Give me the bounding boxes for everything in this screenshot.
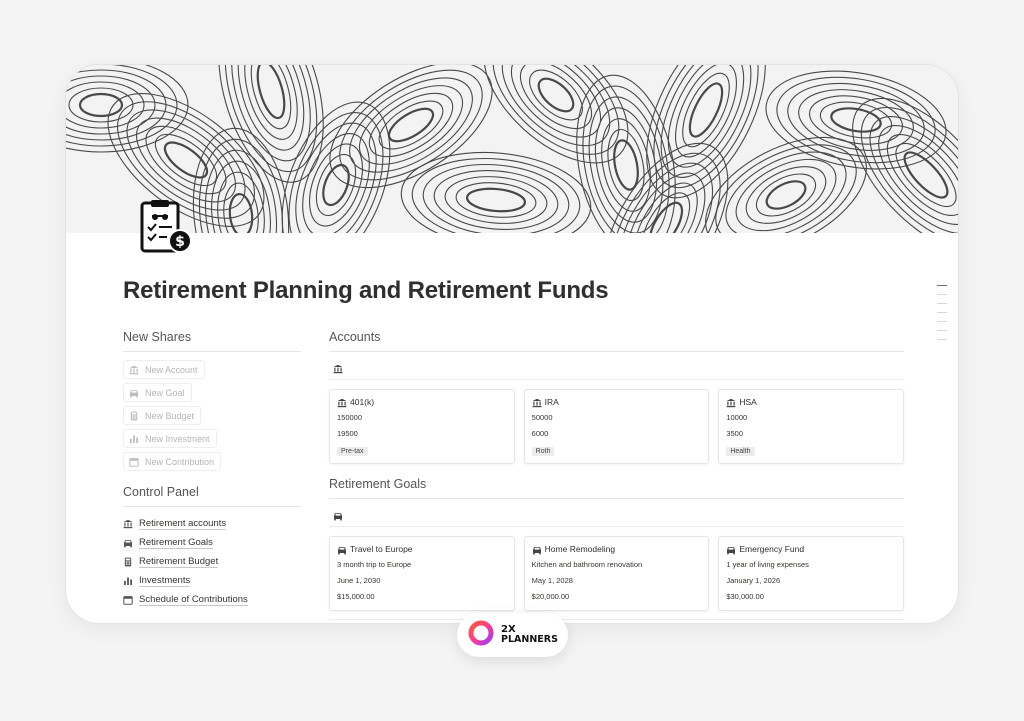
account-balance: 50000 bbox=[531, 413, 553, 422]
goal-amount: $30,000.00 bbox=[726, 592, 764, 601]
accounts-heading: Accounts bbox=[329, 330, 904, 352]
bank-icon bbox=[333, 361, 343, 373]
account-card[interactable]: HSA 10000 3500 Health bbox=[718, 389, 905, 464]
goals-heading: Retirement Goals bbox=[329, 477, 904, 499]
goals-view-tab[interactable] bbox=[329, 499, 904, 527]
car-icon bbox=[129, 388, 139, 398]
divider bbox=[329, 619, 904, 620]
bank-icon bbox=[726, 398, 736, 407]
bank-icon bbox=[337, 398, 347, 407]
account-tag: Roth bbox=[531, 447, 555, 456]
brand-line-2: PLANNERS bbox=[501, 634, 558, 645]
goal-date: May 1, 2028 bbox=[531, 576, 573, 585]
link-schedule-of-contributions[interactable]: Schedule of Contributions bbox=[123, 590, 301, 609]
link-retirement-goals[interactable]: Retirement Goals bbox=[123, 533, 301, 552]
topographic-pattern bbox=[66, 65, 958, 233]
calculator-icon bbox=[129, 411, 139, 421]
sidebar-column: New Shares New Account New Goal New Budg… bbox=[123, 330, 301, 609]
new-goal-button[interactable]: New Goal bbox=[123, 383, 192, 402]
table-of-contents-indicator[interactable] bbox=[937, 285, 947, 348]
new-buttons-list: New Account New Goal New Budget New Inve… bbox=[123, 352, 301, 475]
account-name: HSA bbox=[739, 397, 757, 407]
new-contribution-button[interactable]: New Contribution bbox=[123, 452, 222, 471]
link-retirement-accounts[interactable]: Retirement accounts bbox=[123, 514, 301, 533]
account-balance: 150000 bbox=[337, 413, 363, 422]
account-contribution: 3500 bbox=[726, 429, 744, 438]
cover-image[interactable] bbox=[66, 65, 958, 233]
clipboard-dollar-icon[interactable]: $ bbox=[136, 199, 194, 257]
new-shares-heading: New Shares bbox=[123, 330, 301, 352]
accounts-view-tab[interactable] bbox=[329, 352, 904, 380]
goal-description: 1 year of living expenses bbox=[726, 560, 809, 569]
account-balance: 10000 bbox=[726, 413, 748, 422]
goal-description: Kitchen and bathroom renovation bbox=[531, 560, 643, 569]
calendar-icon bbox=[129, 457, 139, 467]
car-icon bbox=[726, 545, 736, 554]
link-investments[interactable]: Investments bbox=[123, 571, 301, 590]
account-card[interactable]: IRA 50000 6000 Roth bbox=[523, 389, 710, 464]
account-tag: Health bbox=[726, 447, 755, 456]
new-investment-button[interactable]: New Investment bbox=[123, 429, 217, 448]
car-icon bbox=[123, 538, 133, 548]
bar-chart-icon bbox=[123, 576, 133, 586]
calendar-icon bbox=[123, 595, 133, 605]
link-retirement-budget[interactable]: Retirement Budget bbox=[123, 552, 301, 571]
control-panel-links: Retirement accounts Retirement Goals Ret… bbox=[123, 507, 301, 609]
bar-chart-icon bbox=[129, 434, 139, 444]
account-contribution: 19500 bbox=[337, 429, 358, 438]
svg-text:$: $ bbox=[175, 234, 185, 250]
goal-date: January 1, 2026 bbox=[726, 576, 781, 585]
account-tag: Pre-tax bbox=[337, 447, 368, 456]
goal-name: Travel to Europe bbox=[350, 544, 413, 554]
new-budget-button[interactable]: New Budget bbox=[123, 406, 202, 425]
goal-description: 3 month trip to Europe bbox=[337, 560, 412, 569]
account-card[interactable]: 401(k) 150000 19500 Pre-tax bbox=[329, 389, 515, 464]
brand-badge[interactable]: 2X PLANNERS bbox=[457, 613, 568, 657]
car-icon bbox=[333, 508, 343, 520]
goal-card[interactable]: Travel to Europe 3 month trip to Europe … bbox=[329, 536, 515, 611]
bank-icon bbox=[532, 398, 542, 407]
new-account-button[interactable]: New Account bbox=[123, 360, 205, 379]
goal-name: Home Remodeling bbox=[544, 544, 616, 554]
bank-icon bbox=[129, 365, 139, 375]
bank-icon bbox=[123, 519, 133, 529]
notion-page-window: $ Retirement Planning and Retirement Fun… bbox=[65, 64, 959, 624]
main-column: Accounts 401(k) 150000 19500 Pre-tax IRA… bbox=[329, 330, 905, 620]
goals-gallery: Travel to Europe 3 month trip to Europe … bbox=[329, 536, 905, 611]
control-panel-heading: Control Panel bbox=[123, 485, 301, 507]
account-contribution: 6000 bbox=[531, 429, 549, 438]
calculator-icon bbox=[123, 557, 133, 567]
account-name: 401(k) bbox=[350, 397, 375, 407]
goal-date: June 1, 2030 bbox=[337, 576, 381, 585]
goal-amount: $15,000.00 bbox=[337, 592, 375, 601]
goal-name: Emergency Fund bbox=[739, 544, 805, 554]
page-title: Retirement Planning and Retirement Funds bbox=[123, 277, 609, 304]
car-icon bbox=[337, 545, 346, 554]
goal-card[interactable]: Emergency Fund 1 year of living expenses… bbox=[718, 536, 905, 611]
goal-amount: $20,000.00 bbox=[531, 592, 570, 601]
accounts-gallery: 401(k) 150000 19500 Pre-tax IRA 50000 60… bbox=[329, 389, 905, 464]
car-icon bbox=[532, 545, 541, 554]
account-name: IRA bbox=[544, 397, 559, 407]
goal-card[interactable]: Home Remodeling Kitchen and bathroom ren… bbox=[523, 536, 710, 611]
brand-logo-icon bbox=[467, 619, 495, 652]
